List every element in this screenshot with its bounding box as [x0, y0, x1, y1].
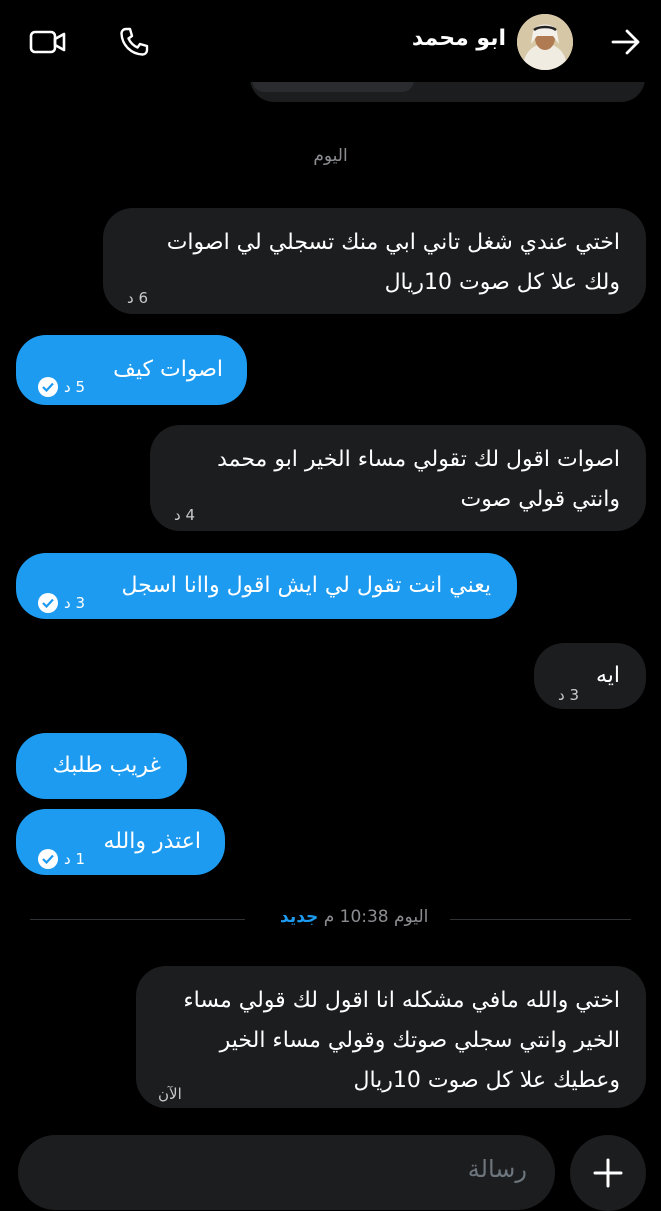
message-text: اصوات اقول لك تقولي مساء الخير ابو محمد	[217, 447, 620, 472]
message-text: غريب طلبك	[52, 753, 161, 778]
message-text: ولك علا كل صوت 10ريال	[384, 270, 620, 295]
message-text: اعتذر والله	[103, 829, 201, 854]
message-text: اختي والله مافي مشكله انا اقول لك قولي م…	[183, 988, 620, 1013]
message-time: 3 د	[558, 686, 579, 704]
message-time: 5 د	[64, 378, 85, 396]
phone-call-icon[interactable]	[114, 22, 154, 62]
message-text: اصوات كيف	[113, 357, 223, 382]
message-text: ايه	[595, 663, 620, 688]
message-text: وانتي قولي صوت	[460, 487, 621, 512]
read-receipt-icon	[38, 849, 58, 869]
conversation-header: ابو محمد	[0, 0, 661, 82]
separator-time: اليوم 10:38 م	[323, 907, 429, 927]
message-bubble-incoming[interactable]: اختي عندي شغل تاني ابي منك تسجلي لي اصوا…	[103, 208, 646, 314]
message-text: يعني انت تقول لي ايش اقول واانا اسجل	[121, 573, 492, 598]
message-time: 3 د	[64, 594, 85, 612]
message-text: الخير وانتي سجلي صوتك وقولي مساء الخير	[219, 1028, 620, 1053]
back-arrow-icon[interactable]	[606, 22, 646, 62]
read-receipt-icon	[38, 377, 58, 397]
message-bubble-incoming[interactable]: اختي والله مافي مشكله انا اقول لك قولي م…	[136, 966, 646, 1108]
message-time: 1 د	[64, 850, 85, 868]
message-text: اختي عندي شغل تاني ابي منك تسجلي لي اصوا…	[166, 230, 620, 255]
video-call-icon[interactable]	[28, 22, 68, 62]
message-bubble-outgoing[interactable]: اصوات كيف 5 د	[16, 335, 247, 405]
message-text: وعطيك علا كل صوت 10ريال	[353, 1068, 620, 1093]
message-bubble-outgoing[interactable]: يعني انت تقول لي ايش اقول واانا اسجل 3 د	[16, 553, 517, 619]
message-time: 6 د	[127, 289, 148, 307]
message-bubble-outgoing[interactable]: اعتذر والله 1 د	[16, 809, 225, 875]
message-time: 4 د	[174, 506, 195, 524]
contact-avatar[interactable]	[517, 14, 573, 70]
new-label: جديد	[280, 907, 319, 927]
message-input-placeholder: رسالة	[467, 1155, 527, 1183]
new-messages-separator: اليوم 10:38 م جديد	[30, 905, 631, 935]
message-input[interactable]: رسالة	[18, 1135, 555, 1210]
plus-icon	[593, 1158, 623, 1188]
contact-name[interactable]: ابو محمد	[412, 26, 506, 51]
message-bubble-outgoing[interactable]: غريب طلبك	[16, 733, 187, 799]
read-receipt-icon	[38, 593, 58, 613]
message-time: الآن	[158, 1085, 182, 1103]
message-bubble-incoming[interactable]: ايه 3 د	[534, 643, 646, 709]
message-bubble-incoming[interactable]: اصوات اقول لك تقولي مساء الخير ابو محمد …	[150, 425, 646, 531]
day-separator: اليوم	[313, 146, 348, 166]
